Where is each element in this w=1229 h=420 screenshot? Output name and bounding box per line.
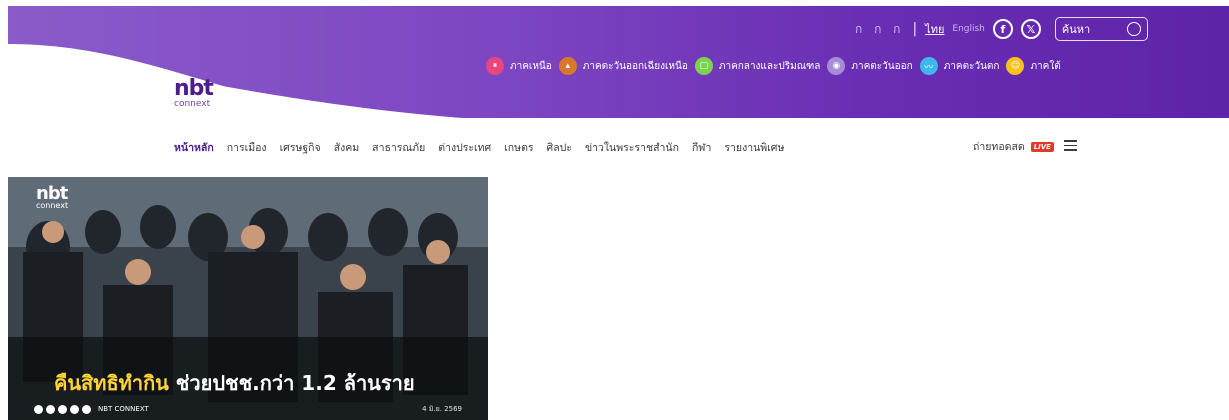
region-northeast[interactable]: ▴ ภาคตะวันออกเฉียงเหนือ [558,57,688,75]
x-icon [58,404,67,414]
font-size-control[interactable]: ก ก ก [855,20,904,39]
card-social-icons: NBT CONNEXT [34,404,149,414]
card-logo-main: nbt [36,183,68,204]
headline-highlight: คืนสิทธิทำกิน [54,371,169,395]
nav-item-royal-news[interactable]: ข่าวในพระราชสำนัก [585,139,679,156]
card-brand: NBT CONNEXT [98,405,149,413]
regions-bar: ⏸ ภาคเหนือ ▴ ภาคตะวันออกเฉียงเหนือ ▢ ภาค… [486,57,1063,75]
region-east-label: ภาคตะวันออก [851,60,913,72]
region-central-label: ภาคกลางและปริมณฑล [718,60,821,72]
live-link[interactable]: ถ่ายทอดสด LIVE [973,138,1054,155]
x-icon[interactable]: 𝕏 [1020,19,1041,39]
live-badge: LIVE [1030,141,1054,152]
nav-item-agriculture[interactable]: เกษตร [504,139,533,156]
search-icon[interactable] [1126,22,1141,36]
headline-rest: ช่วยปชช.กว่า 1.2 ล้านราย [168,371,415,395]
region-west[interactable]: 〰 ภาคตะวันตก [919,57,1000,75]
card-logo-sub: connext [36,201,69,210]
tiktok-icon [82,404,91,414]
region-north-icon: ⏸ [486,57,504,75]
nav-item-society[interactable]: สังคม [334,139,359,156]
lang-thai[interactable]: ไทย [925,20,944,38]
utility-bar: ก ก ก | ไทย English f 𝕏 [855,17,1148,41]
region-east[interactable]: ◉ ภาคตะวันออก [827,57,913,75]
header-wave [8,44,488,120]
region-central[interactable]: ▢ ภาคกลางและปริมณฑล [694,57,821,75]
nav-item-disaster[interactable]: สาธารณภัย [372,139,425,156]
nav-item-politics[interactable]: การเมือง [227,139,267,156]
region-north[interactable]: ⏸ ภาคเหนือ [486,57,552,75]
nav-item-arts[interactable]: ศิลปะ [547,139,572,156]
feature-headline[interactable]: คืนสิทธิทำกิน ช่วยปชช.กว่า 1.2 ล้านราย [54,367,415,399]
separator: | [912,21,918,37]
feature-card[interactable]: nbt connext คืนสิทธิทำกิน ช่วยปชช.กว่า 1… [8,177,488,420]
region-northeast-icon: ▴ [558,57,577,75]
nav-item-special-report[interactable]: รายงานพิเศษ [724,139,784,156]
live-label: ถ่ายทอดสด [973,141,1025,153]
region-northeast-label: ภาคตะวันออกเฉียงเหนือ [582,60,688,72]
page: nbt connext ก ก ก | ไทย English f 𝕏 ⏸ ภา… [0,0,1229,420]
facebook-icon [34,404,43,414]
facebook-icon[interactable]: f [992,19,1013,39]
nav-item-home[interactable]: หน้าหลัก [174,139,214,156]
lang-english[interactable]: English [952,24,985,34]
logo-main: nbt [174,76,214,101]
youtube-icon [70,404,79,414]
card-logo: nbt connext [36,183,69,210]
nav-item-economy[interactable]: เศรษฐกิจ [280,139,321,156]
instagram-icon [46,404,55,414]
region-west-icon: 〰 [919,57,938,75]
nav-item-foreign[interactable]: ต่างประเทศ [438,139,491,156]
region-south-label: ภาคใต้ [1030,60,1061,72]
search-box [1054,17,1148,41]
region-west-label: ภาคตะวันตก [943,60,1000,72]
menu-icon[interactable] [1064,140,1077,154]
region-north-label: ภาคเหนือ [510,60,552,72]
search-input[interactable] [1061,22,1122,36]
region-south[interactable]: ☺ ภาคใต้ [1006,57,1061,75]
region-south-icon: ☺ [1006,57,1025,75]
nav-item-sports[interactable]: กีฬา [692,139,711,156]
region-east-icon: ◉ [827,57,846,75]
site-logo[interactable]: nbt connext [174,76,214,110]
card-date: 4 มิ.ย. 2569 [422,404,462,413]
main-nav: หน้าหลัก การเมือง เศรษฐกิจ สังคม สาธารณภ… [174,139,784,156]
logo-sub: connext [174,99,211,109]
card-footer: NBT CONNEXT 4 มิ.ย. 2569 [8,398,488,420]
region-central-icon: ▢ [694,57,713,75]
